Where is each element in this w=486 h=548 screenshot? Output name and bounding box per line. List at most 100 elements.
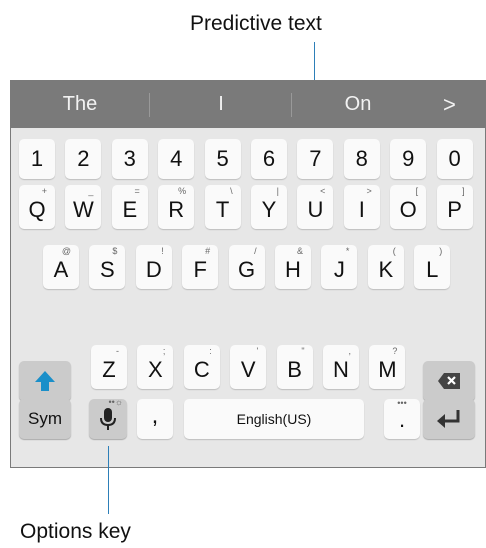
key-label: S [100, 257, 115, 282]
letter-key-o[interactable]: [O [390, 185, 427, 229]
key-label: H [285, 257, 301, 282]
number-key[interactable]: 2 [65, 139, 102, 179]
backspace-key[interactable] [423, 361, 475, 401]
key-label: M [378, 357, 397, 382]
letter-key-v[interactable]: ' V [230, 345, 267, 389]
prediction-divider [149, 93, 150, 117]
key-label: Z [102, 357, 116, 382]
letter-key-c[interactable]: :C [183, 345, 220, 389]
enter-arrow-icon [437, 410, 460, 428]
letter-key-h[interactable]: & H [275, 245, 311, 289]
key-label: Q [28, 197, 46, 222]
key-label: X [148, 357, 163, 382]
key-label: J [333, 257, 345, 282]
alt-symbol: ) [439, 246, 443, 256]
options-settings-icon: ••☼ [108, 397, 123, 407]
key-label: V [240, 357, 256, 382]
enter-key[interactable] [423, 399, 475, 439]
number-key[interactable]: 8 [343, 139, 380, 179]
key-label: B [287, 357, 302, 382]
key-label: L [426, 257, 439, 282]
alt-symbol: - [116, 346, 119, 356]
sym-key[interactable]: Sym [19, 399, 71, 439]
alt-symbol: , [348, 346, 351, 356]
options-key-leader-line [108, 446, 109, 514]
letter-key-m[interactable]: ? M [369, 345, 406, 389]
alt-symbol: @ [61, 246, 71, 256]
letter-key-s[interactable]: $ S [89, 245, 126, 289]
letter-key-k[interactable]: (K [367, 245, 404, 289]
letter-key-n[interactable]: ,N [323, 345, 359, 389]
prediction-word[interactable]: On [293, 81, 423, 128]
letter-key-z[interactable]: -Z [91, 345, 127, 389]
letter-key-t[interactable]: \ T [204, 185, 241, 229]
options-key-callout: Options key [20, 520, 131, 543]
period-key[interactable]: ••• . [384, 398, 420, 439]
key-label: K [378, 257, 394, 282]
alt-symbol: [ [415, 186, 419, 196]
letter-key-f[interactable]: # F [182, 245, 219, 289]
more-predictions-chevron-icon[interactable]: > [443, 81, 456, 128]
number-key[interactable]: 5 [204, 139, 241, 179]
alt-symbol: + [41, 186, 47, 196]
letter-key-i[interactable]: > I [343, 185, 380, 229]
letter-key-q[interactable]: + Q [19, 185, 55, 229]
letter-key-x[interactable]: ; X [137, 345, 174, 389]
alt-symbol: $ [112, 246, 118, 256]
alt-symbol: & [296, 246, 303, 256]
backspace-icon [438, 373, 460, 389]
letter-key-b[interactable]: " B [276, 345, 313, 389]
number-key[interactable]: 0 [436, 139, 473, 179]
shift-key[interactable] [19, 361, 71, 401]
alt-symbol: > [366, 186, 372, 196]
key-label: D [145, 257, 162, 282]
alt-symbol: _ [88, 186, 94, 196]
space-key[interactable]: English(US) [184, 399, 364, 439]
alt-symbol: ' [256, 346, 259, 356]
prediction-bar: The I On > [11, 81, 485, 128]
prediction-divider [291, 93, 292, 117]
alt-symbol: ? [392, 346, 398, 356]
key-label: F [193, 257, 207, 282]
letter-key-y[interactable]: | Y [251, 185, 287, 229]
alt-symbol: ] [462, 186, 465, 196]
letter-key-d[interactable]: ! D [135, 245, 172, 289]
alt-symbol: < [320, 186, 326, 196]
letter-key-p[interactable]: ] P [436, 185, 473, 229]
alt-symbol: ! [161, 246, 164, 256]
number-key[interactable]: 9 [390, 139, 427, 179]
options-key[interactable]: ••☼ [89, 397, 127, 439]
alt-symbol: " [301, 346, 305, 356]
key-label: W [73, 197, 94, 222]
letter-key-u[interactable]: < U [297, 185, 334, 229]
letter-key-g[interactable]: / G [228, 245, 265, 289]
period-key-label: . [398, 407, 406, 432]
shift-arrow-icon [35, 371, 55, 391]
key-label: N [333, 357, 349, 382]
number-key[interactable]: 4 [158, 139, 195, 179]
number-key[interactable]: 7 [297, 139, 334, 179]
letter-key-w[interactable]: _ W [65, 185, 102, 229]
number-key[interactable]: 6 [251, 139, 287, 179]
alt-symbol: ( [392, 246, 396, 256]
letter-key-r[interactable]: % R [158, 185, 195, 229]
prediction-word[interactable]: The [11, 81, 149, 128]
alt-symbol: = [134, 186, 140, 196]
key-label: C [193, 357, 210, 382]
alt-symbol: : [209, 346, 212, 356]
letter-key-j[interactable]: * J [321, 245, 358, 289]
letter-key-l[interactable]: ) L [414, 245, 451, 289]
key-label: G [238, 257, 256, 282]
number-key[interactable]: 1 [19, 139, 55, 179]
comma-key[interactable]: , [137, 399, 173, 439]
letter-key-a[interactable]: @ A [43, 245, 79, 289]
key-label: O [399, 197, 417, 222]
microphone-icon [100, 408, 116, 430]
number-key[interactable]: 3 [111, 139, 148, 179]
alt-symbol: # [205, 246, 211, 256]
prediction-word[interactable]: I [151, 81, 291, 128]
letter-key-e[interactable]: = E [111, 185, 148, 229]
key-label: T [215, 197, 230, 222]
key-label: R [168, 197, 185, 222]
key-label: P [447, 197, 462, 222]
